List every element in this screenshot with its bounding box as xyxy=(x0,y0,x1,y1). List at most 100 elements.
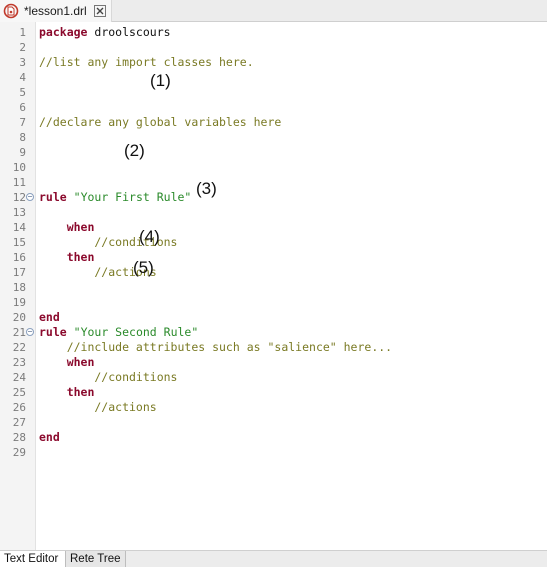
code-line[interactable]: 22 //include attributes such as "salienc… xyxy=(0,340,547,355)
line-number: 16 xyxy=(12,251,26,264)
line-number: 22 xyxy=(12,341,26,354)
code-text: rule "Your Second Rule" xyxy=(39,325,198,340)
fold-toggle-icon[interactable]: − xyxy=(26,328,34,336)
code-line[interactable]: 29 xyxy=(0,445,547,460)
comment-token: //include attributes such as "salience" … xyxy=(39,340,393,354)
keyword-token: when xyxy=(66,355,95,369)
code-line[interactable]: 16 then xyxy=(0,250,547,265)
code-text: when xyxy=(39,355,95,370)
keyword-token: rule xyxy=(39,190,67,204)
editor-tab-bar: *lesson1.drl xyxy=(0,0,547,22)
code-line[interactable]: 4 xyxy=(0,70,547,85)
editor-tab-title: *lesson1.drl xyxy=(24,4,87,18)
comment-token: //declare any global variables here xyxy=(39,115,282,129)
code-line[interactable]: 7 //declare any global variables here xyxy=(0,115,547,130)
line-number: 25 xyxy=(12,386,26,399)
line-number: 12 xyxy=(12,191,26,204)
line-number: 1 xyxy=(19,26,26,39)
code-text: rule "Your First Rule" xyxy=(39,190,191,205)
line-number: 28 xyxy=(12,431,26,444)
tab-rete-tree[interactable]: Rete Tree xyxy=(66,551,126,567)
line-number: 23 xyxy=(12,356,26,369)
code-line[interactable]: 11 xyxy=(0,175,547,190)
code-text: //include attributes such as "salience" … xyxy=(39,340,392,355)
line-number: 19 xyxy=(12,296,26,309)
code-text: end xyxy=(39,430,60,445)
line-number: 2 xyxy=(19,41,26,54)
code-line[interactable]: 24 //conditions xyxy=(0,370,547,385)
code-line[interactable]: 13 xyxy=(0,205,547,220)
code-line[interactable]: 26 //actions xyxy=(0,400,547,415)
code-token: droolscours xyxy=(87,25,171,39)
tab-text-editor[interactable]: Text Editor xyxy=(0,551,66,567)
code-text: //actions xyxy=(39,400,157,415)
text-editor[interactable]: 1 package droolscours 2 3//list any import … xyxy=(0,22,547,550)
editor-bottom-tabs: Text Editor Rete Tree xyxy=(0,550,547,567)
code-line[interactable]: 2 xyxy=(0,40,547,55)
code-line[interactable]: 19 xyxy=(0,295,547,310)
line-number: 4 xyxy=(19,71,26,84)
keyword-token: then xyxy=(66,250,95,264)
line-number: 20 xyxy=(12,311,26,324)
code-line[interactable]: 28 end xyxy=(0,430,547,445)
code-line[interactable]: 21− rule "Your Second Rule" xyxy=(0,325,547,340)
line-number: 18 xyxy=(12,281,26,294)
line-number: 9 xyxy=(19,146,26,159)
keyword-token: end xyxy=(39,310,60,324)
comment-token: //conditions xyxy=(39,370,178,384)
code-text: then xyxy=(39,385,95,400)
line-number: 21 xyxy=(12,326,26,339)
annotation-1: (1) xyxy=(150,71,171,90)
code-line[interactable]: 23 when xyxy=(0,355,547,370)
comment-token: //actions xyxy=(39,400,157,414)
drools-file-icon xyxy=(3,3,19,19)
keyword-token: end xyxy=(39,430,60,444)
line-number: 15 xyxy=(12,236,26,249)
keyword-token: rule xyxy=(39,325,67,339)
code-line[interactable]: 25 then xyxy=(0,385,547,400)
annotation-3: (3) xyxy=(196,179,217,198)
fold-toggle-icon[interactable]: − xyxy=(26,193,34,201)
keyword-token: package xyxy=(39,25,88,39)
code-text: package droolscours xyxy=(39,25,171,40)
line-number: 14 xyxy=(12,221,26,234)
annotation-5: (5) xyxy=(133,258,154,277)
code-text: then xyxy=(39,250,95,265)
line-number: 26 xyxy=(12,401,26,414)
keyword-token: when xyxy=(66,220,95,234)
code-line[interactable]: 17 //actions xyxy=(0,265,547,280)
line-number: 6 xyxy=(19,101,26,114)
comment-token: //list any import classes here. xyxy=(39,55,254,69)
code-line[interactable]: 9 xyxy=(0,145,547,160)
code-line[interactable]: 12− rule "Your First Rule" xyxy=(0,190,547,205)
line-number: 10 xyxy=(12,161,26,174)
code-line[interactable]: 18 xyxy=(0,280,547,295)
code-line[interactable]: 5 xyxy=(0,85,547,100)
code-text: end xyxy=(39,310,60,325)
line-number: 17 xyxy=(12,266,26,279)
code-line[interactable]: 27 xyxy=(0,415,547,430)
code-line[interactable]: 1 package droolscours xyxy=(0,25,547,40)
annotation-2: (2) xyxy=(124,141,145,160)
close-icon[interactable] xyxy=(93,5,106,17)
editor-tab[interactable]: *lesson1.drl xyxy=(0,0,112,22)
code-text: //list any import classes here. xyxy=(39,55,254,70)
annotation-4: (4) xyxy=(139,227,160,246)
string-token: "Your First Rule" xyxy=(73,190,192,204)
string-token: "Your Second Rule" xyxy=(73,325,199,339)
code-text: when xyxy=(39,220,95,235)
code-line[interactable]: 20 end xyxy=(0,310,547,325)
code-line[interactable]: 3 //list any import classes here. xyxy=(0,55,547,70)
line-number: 29 xyxy=(12,446,26,459)
code-line[interactable]: 8 xyxy=(0,130,547,145)
code-line[interactable]: 15 //conditions xyxy=(0,235,547,250)
code-line[interactable]: 10 xyxy=(0,160,547,175)
code-line[interactable]: 6 xyxy=(0,100,547,115)
code-line[interactable]: 14 when xyxy=(0,220,547,235)
